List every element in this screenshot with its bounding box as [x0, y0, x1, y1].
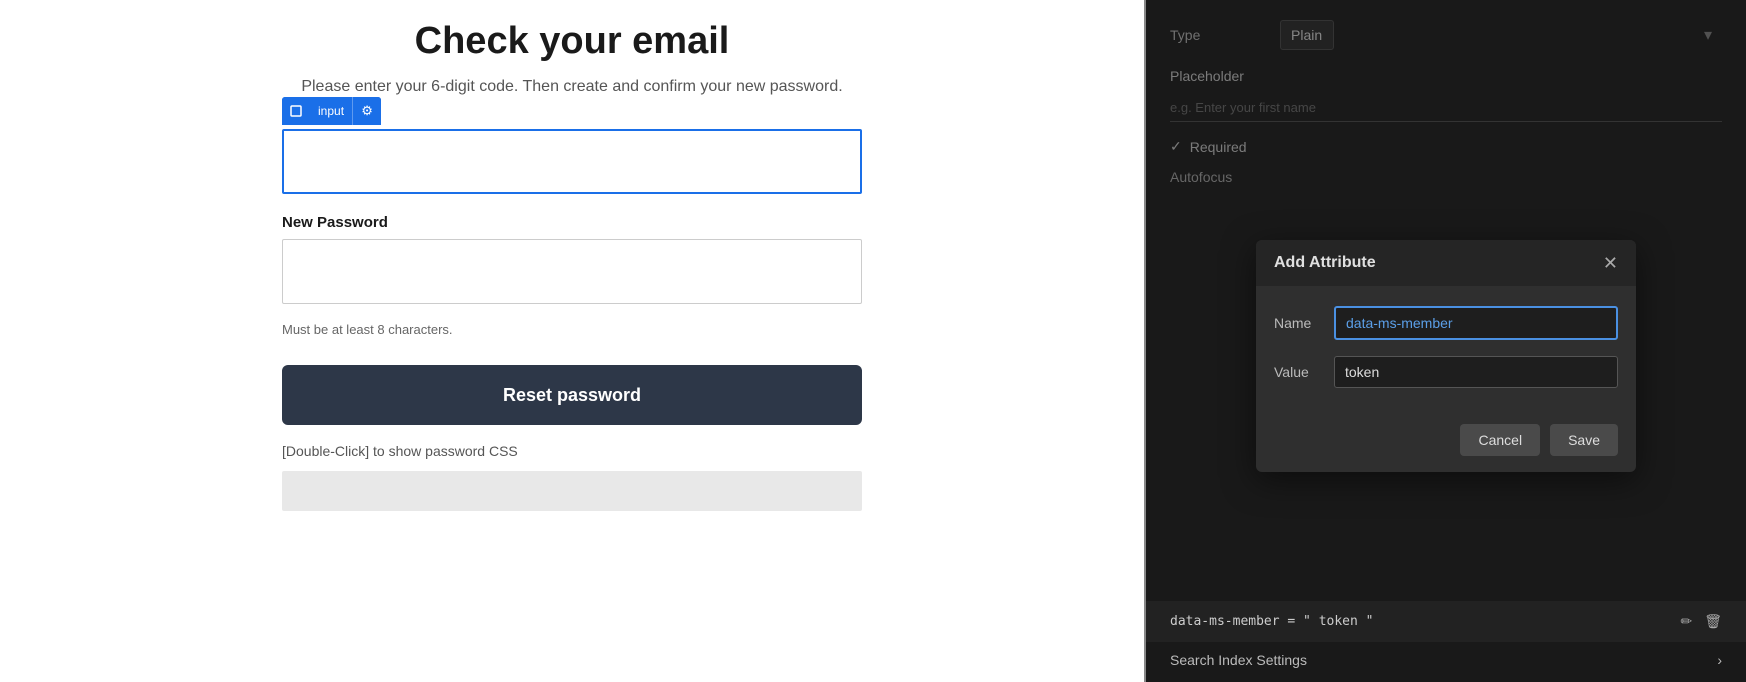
new-password-input[interactable] — [282, 239, 862, 304]
cancel-button[interactable]: Cancel — [1460, 424, 1540, 456]
value-field-input[interactable] — [1334, 356, 1618, 388]
new-password-label: New Password — [282, 214, 862, 231]
double-click-hint: [Double-Click] to show password CSS — [282, 443, 862, 459]
properties-panel: Type Plain Placeholder ✓ Required Autofo… — [1146, 0, 1746, 682]
delete-attribute-button[interactable]: 🗑 — [1704, 613, 1722, 630]
name-field-label: Name — [1274, 315, 1334, 331]
password-hint: Must be at least 8 characters. — [282, 322, 862, 337]
input-label: input — [310, 97, 353, 125]
add-attribute-modal: Add Attribute ✕ Name Value Cancel Save — [1256, 240, 1636, 472]
page-subtitle: Please enter your 6-digit code. Then cre… — [301, 75, 842, 99]
bottom-gray-bar — [282, 471, 862, 511]
code-input[interactable] — [282, 129, 862, 194]
modal-body: Name Value — [1256, 286, 1636, 424]
modal-overlay: Add Attribute ✕ Name Value Cancel Save — [1146, 0, 1746, 682]
new-password-block: New Password — [282, 214, 862, 304]
value-field-row: Value — [1274, 356, 1618, 388]
save-button[interactable]: Save — [1550, 424, 1618, 456]
form-preview-panel: Check your email Please enter your 6-dig… — [0, 0, 1144, 682]
reset-password-button[interactable]: Reset password — [282, 365, 862, 425]
attribute-display-text: data-ms-member = " token " — [1170, 614, 1374, 629]
settings-arrow-icon: › — [1717, 652, 1722, 668]
attribute-row: data-ms-member = " token " ✏ 🗑 — [1146, 601, 1746, 642]
modal-footer: Cancel Save — [1256, 424, 1636, 472]
settings-label: Search Index Settings — [1170, 652, 1307, 668]
input-icon — [282, 97, 310, 125]
edit-attribute-button[interactable]: ✏ — [1680, 613, 1692, 630]
code-input-wrapper: input ⚙ — [282, 129, 862, 194]
hint-block: Must be at least 8 characters. — [282, 316, 862, 353]
page-title: Check your email — [415, 20, 730, 63]
name-field-row: Name — [1274, 306, 1618, 340]
name-field-input[interactable] — [1334, 306, 1618, 340]
modal-title: Add Attribute — [1274, 254, 1376, 272]
attribute-actions: ✏ 🗑 — [1680, 613, 1722, 630]
input-toolbar[interactable]: input ⚙ — [282, 97, 381, 125]
gear-icon[interactable]: ⚙ — [353, 97, 381, 125]
modal-header: Add Attribute ✕ — [1256, 240, 1636, 286]
value-field-label: Value — [1274, 364, 1334, 380]
modal-close-button[interactable]: ✕ — [1603, 254, 1618, 272]
